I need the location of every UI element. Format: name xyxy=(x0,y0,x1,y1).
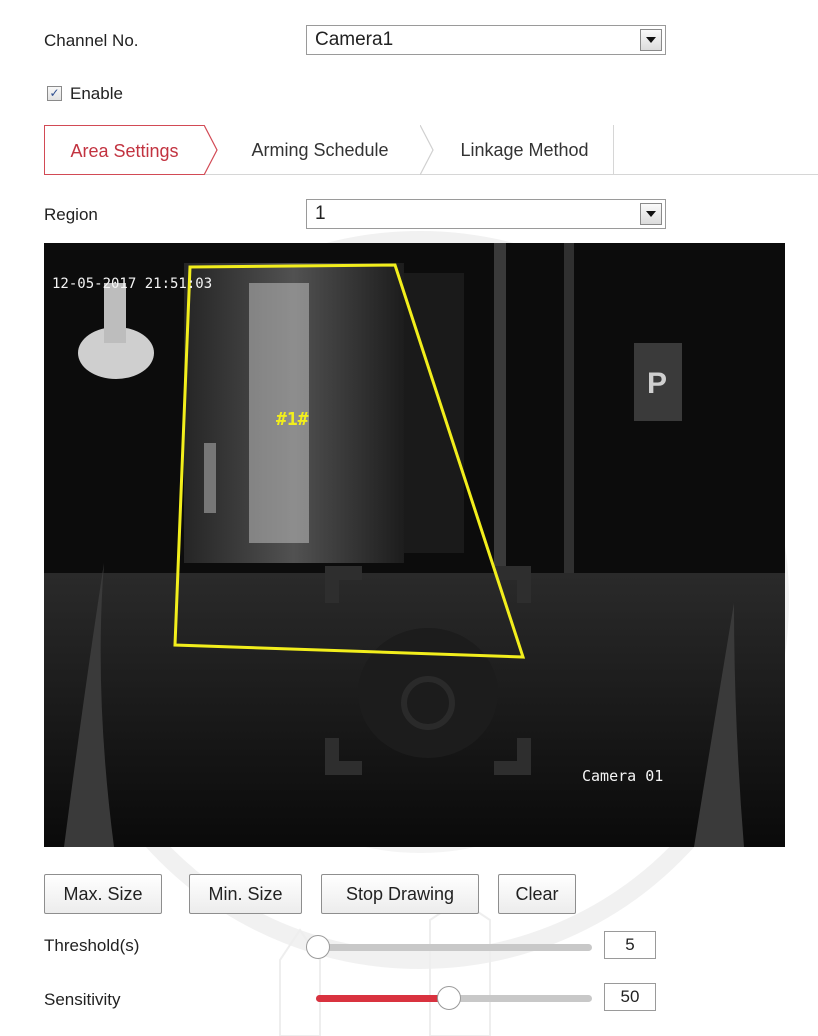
max-size-button[interactable]: Max. Size xyxy=(44,874,162,914)
sensitivity-fill xyxy=(316,995,449,1002)
enable-label: Enable xyxy=(70,84,123,103)
stop-drawing-button[interactable]: Stop Drawing xyxy=(321,874,479,914)
chevron-down-icon[interactable] xyxy=(640,29,662,51)
sensitivity-value-box[interactable]: 50 xyxy=(604,983,656,1011)
sensitivity-label: Sensitivity xyxy=(44,990,121,1009)
tab-linkage-method-label: Linkage Method xyxy=(460,140,589,160)
tab-arming-schedule[interactable]: Arming Schedule xyxy=(220,125,420,175)
clear-button[interactable]: Clear xyxy=(498,874,576,914)
channel-label: Channel No. xyxy=(44,31,139,50)
sensitivity-slider[interactable] xyxy=(306,986,592,1010)
tab-active-chevron xyxy=(204,125,218,175)
sensitivity-thumb[interactable] xyxy=(437,986,461,1010)
video-camera-name: Camera 01 xyxy=(582,767,663,785)
threshold-thumb[interactable] xyxy=(306,935,330,959)
threshold-track[interactable] xyxy=(316,944,592,951)
parking-sign: P xyxy=(647,367,667,400)
tab-area-settings[interactable]: Area Settings xyxy=(44,125,204,175)
chevron-down-icon[interactable] xyxy=(640,203,662,225)
enable-checkbox[interactable]: ✓ xyxy=(47,86,62,101)
video-preview[interactable]: P #1# 12-05-2017 21:51:03 Camera 01 xyxy=(44,243,785,847)
threshold-value-box[interactable]: 5 xyxy=(604,931,656,959)
channel-select-value: Camera1 xyxy=(315,29,394,50)
region-select[interactable]: 1 xyxy=(306,199,666,229)
tab-arming-schedule-label: Arming Schedule xyxy=(251,140,389,160)
tab-area-settings-label: Area Settings xyxy=(70,141,179,161)
region-tag: #1# xyxy=(276,409,309,430)
threshold-label: Threshold(s) xyxy=(44,936,140,955)
min-size-button[interactable]: Min. Size xyxy=(189,874,302,914)
threshold-slider[interactable] xyxy=(306,935,592,959)
video-timestamp: 12-05-2017 21:51:03 xyxy=(52,276,212,292)
region-label: Region xyxy=(44,205,98,224)
tab-linkage-method[interactable]: Linkage Method xyxy=(436,125,614,175)
video-frame[interactable]: P #1# 12-05-2017 21:51:03 Camera 01 xyxy=(44,243,785,847)
region-select-value: 1 xyxy=(315,203,326,224)
channel-select[interactable]: Camera1 xyxy=(306,25,666,55)
tab-separator-chevron xyxy=(420,125,434,175)
